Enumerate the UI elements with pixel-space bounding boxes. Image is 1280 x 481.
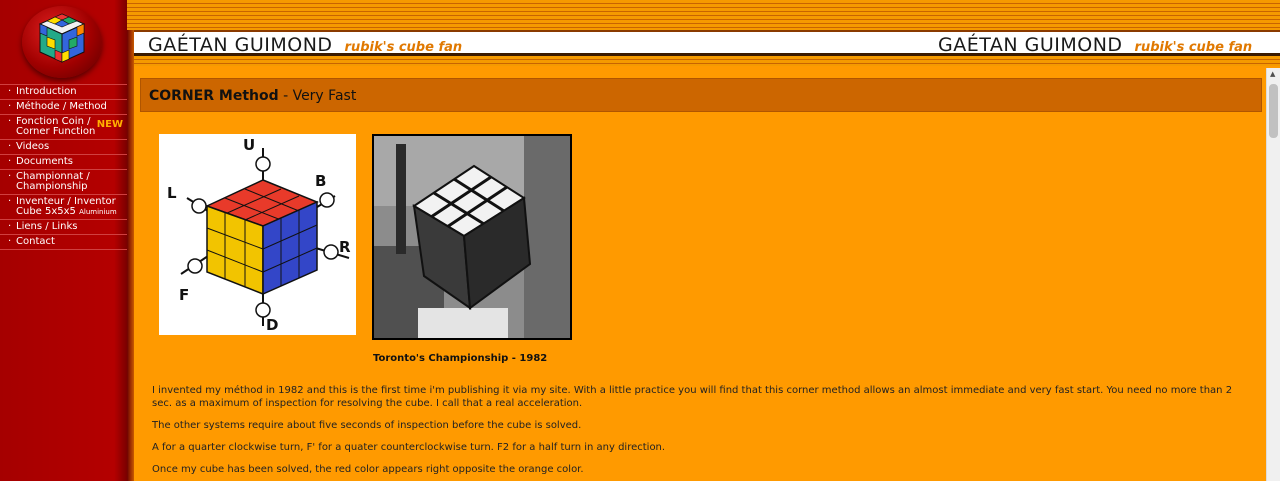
sidebar-item-contact[interactable]: · Contact [0, 234, 127, 250]
vertical-scrollbar[interactable]: ▲ [1266, 68, 1280, 481]
sidebar-item-corner-function[interactable]: · Fonction Coin / Corner Function NEW [0, 114, 127, 139]
sidebar-item-method[interactable]: · Méthode / Method [0, 99, 127, 114]
sidebar-edge [127, 30, 134, 481]
rubiks-cube-logo-icon [38, 13, 86, 63]
scrollbar-thumb[interactable] [1269, 84, 1278, 138]
sidebar-item-championship[interactable]: · Championnat / Championship [0, 169, 127, 194]
inspection-paragraph: The other systems require about five sec… [152, 420, 582, 431]
notation-paragraph: A for a quarter clockwise turn, F' for a… [152, 442, 666, 453]
scroll-up-arrow-icon[interactable]: ▲ [1270, 70, 1275, 78]
sidebar-item-label-line2: Cube 5x5x5 Aluminium [16, 206, 117, 217]
sidebar-item-label: Liens / Links [16, 221, 78, 232]
notation-label-f: F [179, 286, 189, 304]
sidebar-item-label: Documents [16, 156, 74, 167]
new-badge: NEW [96, 119, 123, 130]
sidebar-item-introduction[interactable]: · Introduction [0, 84, 127, 99]
giant-cube-sculpture-photo [374, 136, 570, 338]
notation-label-l: L [167, 184, 177, 202]
site-tagline: rubik's cube fan [344, 40, 463, 55]
sidebar-item-inventor[interactable]: · Inventeur / Inventor Cube 5x5x5 Alumin… [0, 194, 127, 219]
logo[interactable] [22, 6, 102, 78]
site-tagline-repeat: rubik's cube fan [1134, 40, 1253, 55]
page-title-bar: CORNER Method - Very Fast [140, 78, 1262, 112]
sidebar-item-label: Introduction [16, 86, 77, 97]
notation-label-r: R [339, 238, 351, 256]
colors-paragraph: Once my cube has been solved, the red co… [152, 464, 584, 475]
photo-caption: Toronto's Championship - 1982 [373, 353, 548, 364]
sidebar-item-videos[interactable]: · Videos [0, 139, 127, 154]
main-content: CORNER Method - Very Fast U B L R F D To… [140, 78, 1262, 481]
sidebar-item-label: Méthode / Method [16, 101, 107, 112]
sidebar-item-links[interactable]: · Liens / Links [0, 219, 127, 234]
sidebar-item-label: Contact [16, 236, 55, 247]
championship-photo [372, 134, 572, 340]
notation-label-d: D [266, 316, 278, 334]
top-stripe-band [0, 0, 1280, 30]
notation-label-u: U [243, 136, 255, 154]
page-title: CORNER Method - Very Fast [149, 88, 357, 104]
site-name: GAÉTAN GUIMOND [148, 34, 333, 56]
sidebar: · Introduction · Méthode / Method · Fonc… [0, 0, 127, 481]
sidebar-item-documents[interactable]: · Documents [0, 154, 127, 169]
sidebar-item-label-line2: Championship [16, 181, 88, 192]
site-brand-right: GAÉTAN GUIMOND rubik's cube fan [938, 34, 1252, 56]
cube-notation-image: U B L R F D [159, 134, 356, 335]
site-brand-left: GAÉTAN GUIMOND rubik's cube fan [148, 34, 462, 56]
site-header: GAÉTAN GUIMOND rubik's cube fan GAÉTAN GU… [134, 30, 1280, 56]
cube-notation-diagram: U B L R F D [167, 136, 351, 334]
site-name-repeat: GAÉTAN GUIMOND [938, 34, 1123, 56]
intro-paragraph: I invented my méthod in 1982 and this is… [152, 385, 1233, 409]
sidebar-nav: · Introduction · Méthode / Method · Fonc… [0, 84, 127, 250]
sidebar-item-label: Videos [16, 141, 50, 152]
header-under-stripes [134, 56, 1280, 66]
notation-label-b: B [315, 172, 326, 190]
